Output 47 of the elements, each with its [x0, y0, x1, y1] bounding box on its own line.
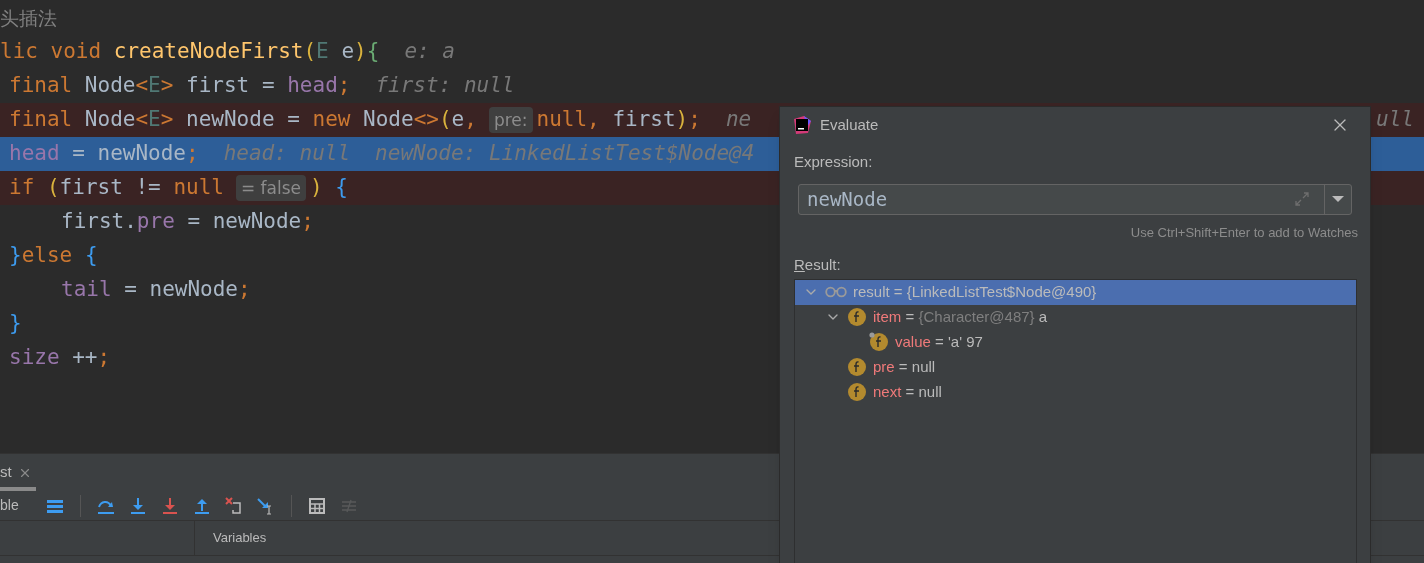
- dialog-title: Evaluate: [820, 114, 879, 135]
- expression-label: Expression:: [794, 152, 874, 172]
- tree-row-text: pre = null: [873, 356, 936, 377]
- calculator-icon[interactable]: [306, 495, 327, 516]
- tree-row[interactable]: item = {Character@487} a: [795, 304, 1356, 330]
- inlay-hint: = false: [235, 175, 307, 201]
- code-text: final Node<E> newNode = new Node<>(e,: [9, 106, 477, 134]
- inline-value-hint: first: null: [375, 72, 515, 100]
- tree-row[interactable]: value = 'a' 97: [795, 329, 1356, 355]
- code-text: first.pre = newNode;: [61, 208, 314, 236]
- code-text: }: [9, 310, 22, 338]
- tree-row-text: result = {LinkedListTest$Node@490}: [853, 281, 1097, 302]
- result-label: Result:: [794, 255, 842, 275]
- code-text: if (first != null: [9, 174, 224, 202]
- field-icon: [869, 332, 889, 352]
- code-text: tail = newNode;: [61, 276, 251, 304]
- field-icon: [847, 357, 867, 377]
- code-text: ) {: [310, 174, 348, 202]
- inline-value-hint: ne: [725, 106, 752, 134]
- code-text: lic void createNodeFirst(E e){: [0, 38, 380, 66]
- inline-value-hint: ull: [1376, 106, 1414, 134]
- code-text: head = newNode;: [9, 140, 199, 168]
- tree-row[interactable]: pre = null: [795, 354, 1356, 380]
- drop-frame-icon[interactable]: [223, 495, 244, 516]
- tree-row-text: item = {Character@487} a: [873, 306, 1048, 327]
- inline-value-hint: head: null: [223, 140, 351, 168]
- code-text: final Node<E> first = head;: [9, 72, 351, 100]
- expression-field[interactable]: newNode: [798, 183, 1352, 215]
- code-text: null, first);: [536, 106, 701, 134]
- caret-icon: [1332, 195, 1344, 203]
- toolbar-label: ble: [0, 496, 19, 515]
- glasses-icon: [825, 286, 847, 298]
- watch-hint: Use Ctrl+Shift+Enter to add to Watches: [1130, 223, 1358, 242]
- debug-tab[interactable]: st: [0, 458, 36, 491]
- tree-row-text: value = 'a' 97: [895, 331, 983, 352]
- code-text: }else {: [9, 242, 98, 270]
- tree-row-text: next = null: [873, 381, 942, 402]
- app-logo-icon: [792, 115, 812, 135]
- code-comment: 头插法: [0, 5, 57, 31]
- tree-row[interactable]: next = null: [795, 379, 1356, 405]
- variables-header: Variables: [213, 529, 267, 548]
- inline-value-hint: newNode: LinkedListTest$Node@4: [375, 140, 755, 168]
- field-icon: [847, 382, 867, 402]
- inlay-hint: pre:: [488, 107, 533, 133]
- inline-value-hint: e: a: [404, 38, 455, 66]
- code-text: size ++;: [9, 344, 111, 372]
- field-icon: [847, 307, 867, 327]
